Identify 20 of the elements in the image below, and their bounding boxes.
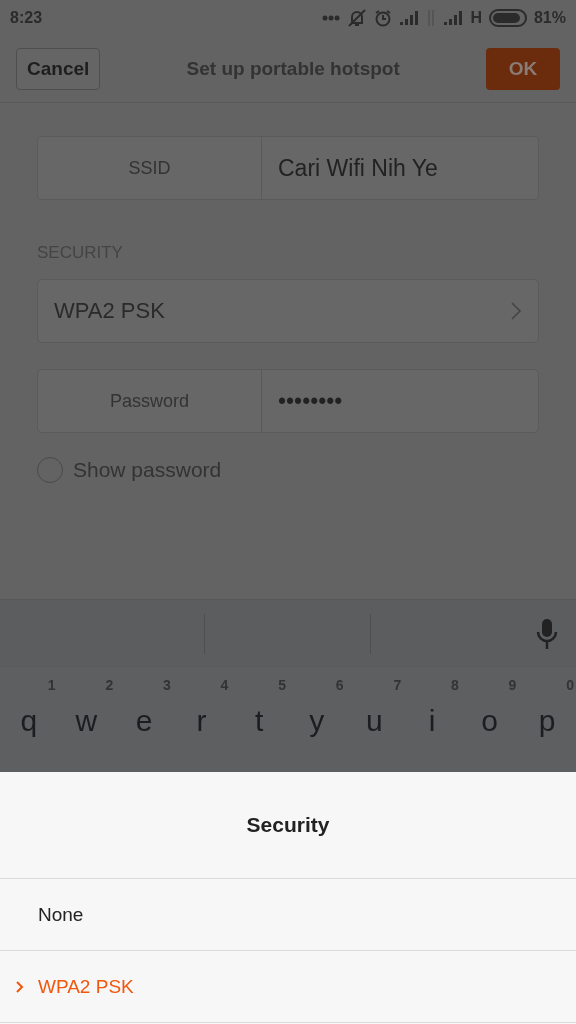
option-item[interactable]: WPA2 PSK <box>0 951 576 1023</box>
battery-icon <box>488 9 527 27</box>
ok-button[interactable]: OK <box>486 48 560 90</box>
network-type: H <box>470 9 482 27</box>
signal-icon <box>399 11 420 25</box>
alarm-icon <box>374 9 393 27</box>
more-icon <box>322 15 341 21</box>
microphone-icon[interactable] <box>535 617 559 651</box>
signal-icon <box>443 11 464 25</box>
chevron-right-icon <box>15 980 24 994</box>
security-selector[interactable]: WPA2 PSK <box>37 279 539 343</box>
cancel-button[interactable]: Cancel <box>16 48 101 90</box>
field-value: •••••••• <box>277 386 344 416</box>
battery-percentage: 81% <box>533 9 566 27</box>
option-item[interactable]: None <box>0 879 576 951</box>
sheet-title: Security <box>0 772 576 879</box>
clock-time: 8:23 <box>10 9 43 27</box>
chevron-right-icon <box>510 301 522 321</box>
field-value: Cari Wifi Nih Ye <box>277 153 439 183</box>
muted-bell-icon <box>347 8 368 28</box>
